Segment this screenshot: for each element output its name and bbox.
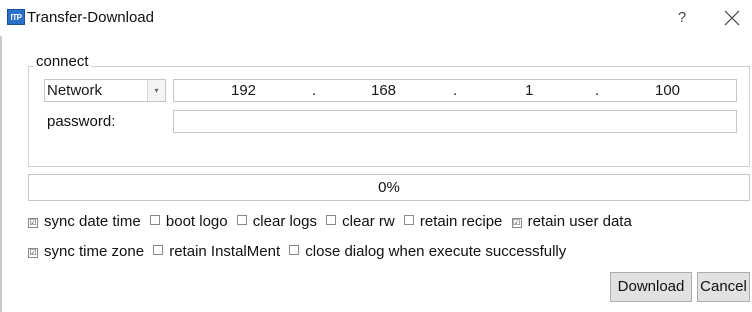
connect-group-label: connect (34, 53, 91, 70)
sync-time-zone-checkbox[interactable]: ☑ sync time zone (28, 243, 144, 260)
checkbox-label: clear rw (342, 213, 395, 230)
checkbox-label: boot logo (165, 213, 228, 230)
ip-octet-1[interactable]: 192 (231, 80, 256, 101)
title-bar: ITP Transfer-Download ? (0, 0, 752, 36)
ip-dot: . (312, 82, 317, 99)
ip-dot: . (595, 82, 600, 99)
clear-rw-checkbox[interactable]: clear rw (326, 213, 395, 230)
options-row-1: ☑ sync date time boot logo clear logs cle… (28, 213, 632, 230)
password-label: password: (47, 113, 116, 130)
options-row-2: ☑ sync time zone retain InstalMent close … (28, 243, 566, 260)
download-button[interactable]: Download (610, 272, 692, 302)
checkbox-icon[interactable]: ☑ (28, 218, 38, 228)
checkbox-icon[interactable] (236, 215, 247, 225)
sync-date-time-checkbox[interactable]: ☑ sync date time (28, 213, 141, 230)
checkbox-icon[interactable] (403, 215, 414, 225)
window-title: Transfer-Download (27, 9, 154, 26)
retain-user-data-checkbox[interactable]: ☑ retain user data (511, 213, 632, 230)
checkbox-icon[interactable] (153, 245, 164, 255)
window-border (0, 36, 2, 312)
checkbox-label: retain user data (527, 213, 632, 230)
checkbox-icon[interactable]: ☑ (28, 248, 38, 258)
checkbox-label: close dialog when execute successfully (305, 243, 567, 260)
ip-dot: . (453, 82, 458, 99)
boot-logo-checkbox[interactable]: boot logo (149, 213, 228, 230)
cancel-button[interactable]: Cancel (697, 272, 750, 302)
checkbox-icon[interactable] (149, 215, 160, 225)
retain-instalment-checkbox[interactable]: retain InstalMent (153, 243, 280, 260)
checkbox-icon[interactable]: ☑ (511, 218, 522, 228)
ip-octet-3[interactable]: 1 (525, 80, 533, 101)
app-icon: ITP (7, 9, 25, 25)
ip-octet-4[interactable]: 100 (655, 80, 680, 101)
close-dialog-checkbox[interactable]: close dialog when execute successfully (289, 243, 566, 260)
dropdown-arrow-icon[interactable]: ▾ (147, 80, 165, 101)
connection-type-select[interactable]: Network ▾ (44, 79, 166, 102)
checkbox-label: retain recipe (419, 213, 503, 230)
checkbox-icon[interactable] (289, 245, 300, 255)
checkbox-label: clear logs (252, 213, 317, 230)
ip-octet-2[interactable]: 168 (371, 80, 396, 101)
checkbox-label: sync date time (44, 213, 141, 230)
progress-bar: 0% (28, 174, 750, 201)
progress-text: 0% (378, 179, 400, 196)
checkbox-label: sync time zone (44, 243, 145, 260)
close-icon (724, 10, 740, 26)
ip-address-input[interactable]: 192 . 168 . 1 . 100 (173, 79, 737, 102)
clear-logs-checkbox[interactable]: clear logs (236, 213, 317, 230)
retain-recipe-checkbox[interactable]: retain recipe (403, 213, 503, 230)
help-button[interactable]: ? (672, 8, 692, 28)
password-input[interactable] (173, 110, 737, 133)
checkbox-icon[interactable] (326, 215, 337, 225)
connection-type-value: Network (47, 82, 103, 99)
close-button[interactable] (720, 6, 744, 30)
checkbox-label: retain InstalMent (169, 243, 281, 260)
